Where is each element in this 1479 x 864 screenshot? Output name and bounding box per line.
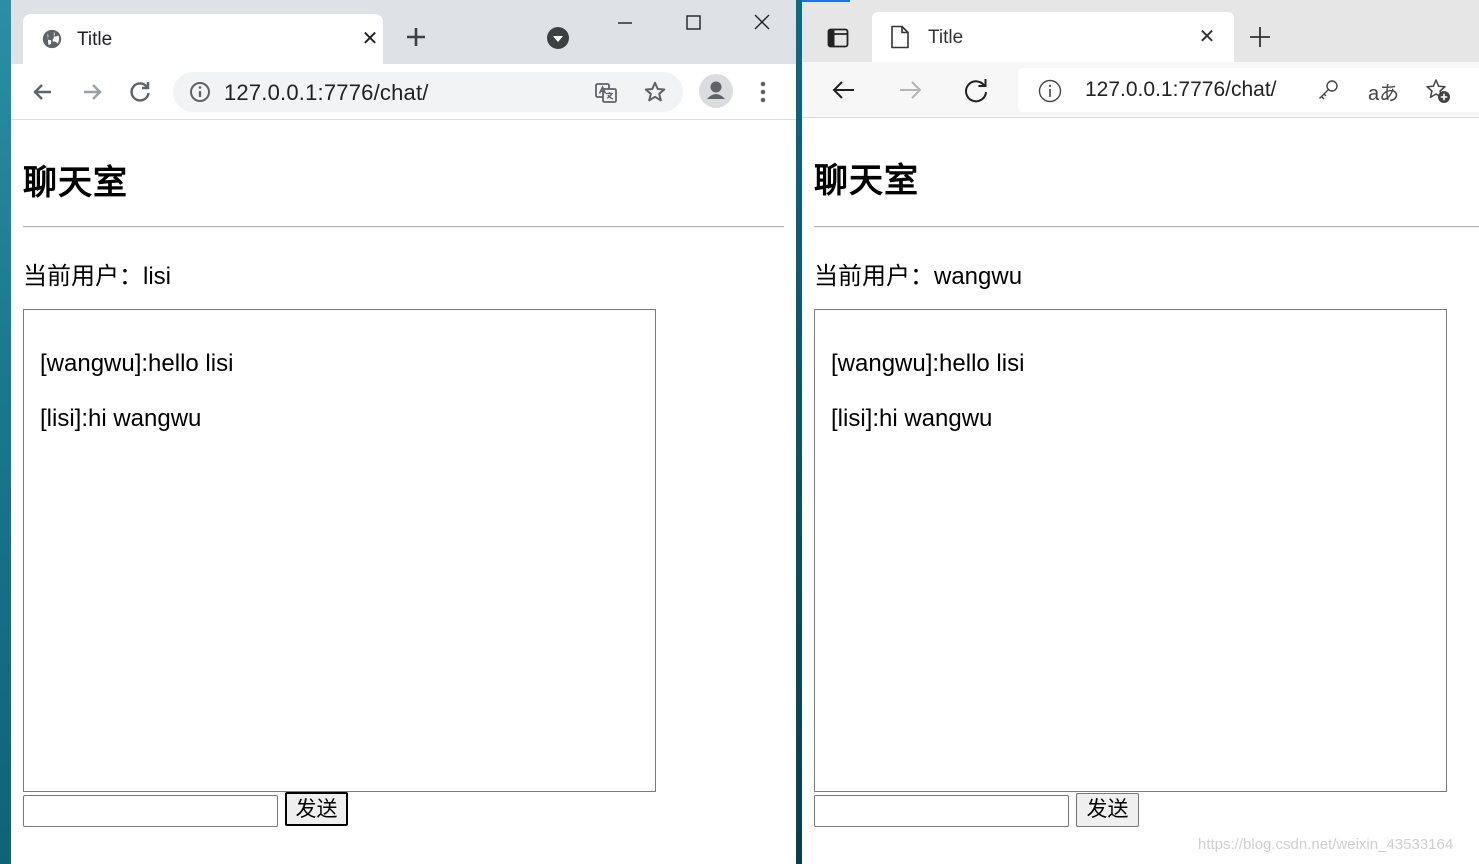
forward-icon[interactable] (78, 78, 106, 106)
current-user-label: 当前用户：wangwu (814, 263, 1023, 290)
maximize-icon[interactable] (678, 10, 708, 36)
globe-icon (42, 29, 62, 49)
address-bar[interactable]: 127.0.0.1:7776/chat/ (173, 72, 683, 112)
bookmark-star-icon[interactable] (643, 80, 667, 104)
profile-avatar[interactable] (699, 74, 733, 108)
profile-icon (707, 81, 725, 99)
close-tab-icon[interactable]: ✕ (359, 28, 381, 50)
back-icon[interactable] (29, 78, 57, 106)
send-button[interactable]: 发送 (1076, 793, 1139, 827)
chrome-titlebar: Title ✕ (11, 0, 796, 64)
translate-icon[interactable] (594, 81, 618, 105)
close-tab-icon[interactable]: ✕ (1196, 26, 1218, 48)
tab-search-icon[interactable] (547, 27, 569, 49)
chrome-tab-title: Title (77, 29, 113, 50)
message-item: [wangwu]:hello lisi (40, 350, 234, 377)
back-icon[interactable] (830, 76, 858, 104)
send-button[interactable]: 发送 (285, 792, 348, 826)
divider (814, 226, 1479, 228)
message-input[interactable] (814, 795, 1069, 827)
current-user-label: 当前用户：lisi (23, 263, 171, 290)
address-bar[interactable]: 127.0.0.1:7776/chat/ aあ (1018, 68, 1479, 112)
edge-tab-title: Title (928, 27, 964, 48)
new-tab-icon[interactable] (403, 24, 429, 50)
chrome-tab[interactable]: Title ✕ (23, 14, 383, 64)
page-title: 聊天室 (814, 162, 919, 200)
info-icon[interactable] (189, 81, 211, 103)
edge-window: Title ✕ 127.0.0.1:7776/chat/ aあ 聊天室 当前用户… (802, 0, 1479, 864)
edge-titlebar: Title ✕ (802, 0, 1479, 62)
chrome-toolbar: 127.0.0.1:7776/chat/ (11, 64, 796, 120)
message-box: [wangwu]:hello lisi [lisi]:hi wangwu (23, 309, 656, 792)
window-accent (802, 0, 850, 2)
edge-toolbar: 127.0.0.1:7776/chat/ aあ (802, 62, 1479, 118)
new-tab-icon[interactable] (1247, 24, 1273, 50)
watermark-text: https://blog.csdn.net/weixin_43533164 (1198, 836, 1454, 853)
page-title: 聊天室 (23, 164, 128, 202)
message-item: [lisi]:hi wangwu (40, 405, 202, 432)
edge-tab[interactable]: Title ✕ (872, 12, 1234, 62)
info-icon[interactable] (1038, 79, 1062, 103)
close-window-icon[interactable] (747, 10, 777, 36)
forward-icon[interactable] (896, 76, 924, 104)
edge-page-content: 聊天室 当前用户：wangwu [wangwu]:hello lisi [lis… (802, 119, 1479, 864)
read-aloud-icon[interactable]: aあ (1368, 77, 1399, 106)
reload-icon[interactable] (126, 78, 154, 106)
add-favorite-icon[interactable] (1424, 77, 1452, 105)
message-item: [wangwu]:hello lisi (831, 350, 1025, 377)
chrome-window: Title ✕ 127.0.0.1:7776/chat/ 聊天室 当前用户：li… (11, 0, 796, 864)
url-text: 127.0.0.1:7776/chat/ (224, 80, 429, 105)
page-icon (891, 25, 909, 49)
more-menu-icon[interactable] (753, 78, 773, 106)
tab-actions-icon[interactable] (826, 26, 850, 50)
divider (23, 226, 784, 228)
chrome-page-content: 聊天室 当前用户：lisi [wangwu]:hello lisi [lisi]… (11, 121, 796, 864)
refresh-icon[interactable] (962, 76, 990, 104)
message-item: [lisi]:hi wangwu (831, 405, 993, 432)
url-text: 127.0.0.1:7776/chat/ (1085, 78, 1277, 101)
desktop-background-left (0, 0, 11, 864)
message-box: [wangwu]:hello lisi [lisi]:hi wangwu (814, 309, 1447, 792)
message-input[interactable] (23, 795, 278, 827)
minimize-icon[interactable] (610, 10, 640, 36)
password-key-icon[interactable] (1316, 78, 1340, 102)
